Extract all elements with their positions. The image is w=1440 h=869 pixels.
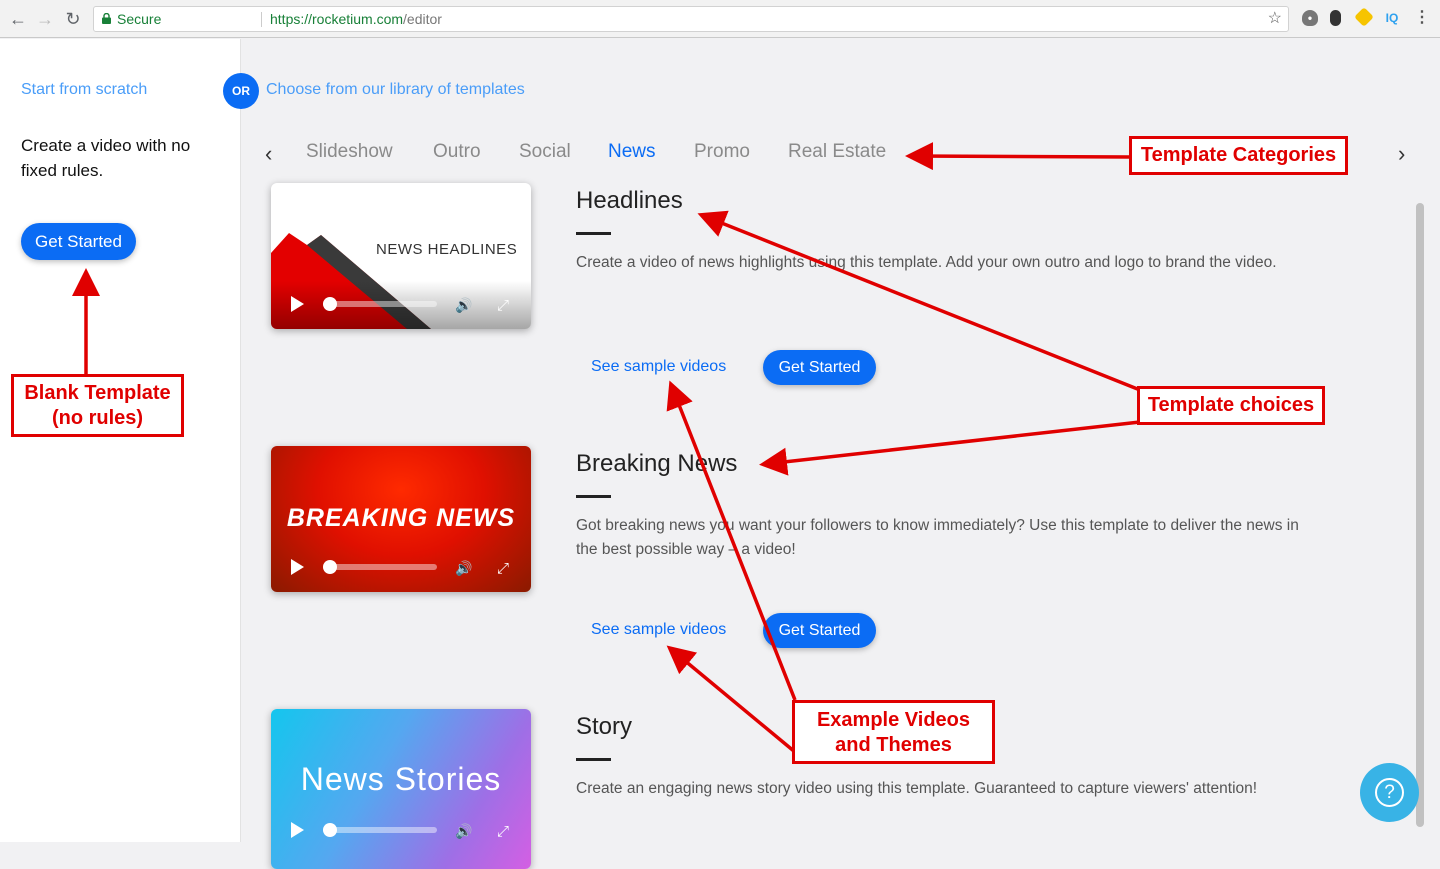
video-player-controls: 🔊 ⤢ (271, 281, 531, 329)
browser-toolbar: ← → ↻ Secure https://rocketium.com/edito… (0, 0, 1440, 38)
play-icon[interactable] (291, 559, 304, 575)
url-base: https://rocketium.com (270, 11, 404, 27)
reload-icon[interactable]: ↻ (63, 9, 83, 29)
volume-icon[interactable]: 🔊 (455, 823, 472, 840)
shield-extension-icon[interactable]: • (1302, 10, 1318, 26)
play-icon[interactable] (291, 296, 304, 312)
annotation-blank-line2: (no rules) (51, 407, 144, 429)
arrow-right-icon[interactable]: → (35, 9, 55, 29)
volume-icon[interactable]: 🔊 (455, 297, 472, 314)
or-badge: OR (223, 73, 259, 109)
arrow-left-icon[interactable]: ← (8, 9, 28, 29)
arrow-to-sample-2 (666, 645, 797, 754)
template-desc-headlines: Create a video of news highlights using … (576, 254, 1277, 271)
url-text[interactable]: https://rocketium.com/editor (270, 7, 442, 31)
seek-track[interactable] (323, 827, 437, 833)
address-separator (261, 12, 262, 27)
help-button[interactable]: ? (1360, 763, 1419, 822)
video-player-controls: 🔊 ⤢ (271, 544, 531, 592)
annotation-examples-line2: and Themes (835, 734, 952, 756)
left-panel: Start from scratch Create a video with n… (0, 39, 241, 842)
volume-icon[interactable]: 🔊 (455, 560, 472, 577)
address-bar[interactable]: Secure https://rocketium.com/editor ☆ (93, 6, 1289, 32)
title-rule (576, 758, 611, 761)
kebab-menu-icon[interactable]: ⋮ (1414, 10, 1430, 26)
honey-extension-icon[interactable] (1354, 7, 1374, 27)
template-desc-breaking-news: Got breaking news you want your follower… (576, 517, 1299, 558)
lock-icon (102, 13, 111, 24)
story-thumbnail[interactable]: News Stories 🔊 ⤢ (271, 709, 531, 869)
fullscreen-icon[interactable]: ⤢ (497, 560, 509, 577)
start-from-scratch-link[interactable]: Start from scratch (21, 81, 147, 99)
breaking-news-get-started-button[interactable]: Get Started (763, 613, 876, 648)
annotation-blank-template: Blank Template (no rules) (11, 374, 184, 437)
template-title-breaking-news: Breaking News (576, 450, 738, 477)
tabs-next-icon[interactable]: › (1398, 141, 1405, 167)
headlines-thumbnail[interactable]: NEWS HEADLINES 🔊 ⤢ (271, 183, 531, 329)
tab-promo[interactable]: Promo (694, 141, 750, 163)
mouse-extension-icon[interactable] (1330, 10, 1341, 26)
headlines-get-started-button[interactable]: Get Started (763, 350, 876, 385)
template-title-story: Story (576, 713, 633, 740)
annotation-examples-line1: Example Videos (816, 709, 971, 731)
fullscreen-icon[interactable]: ⤢ (497, 297, 509, 314)
breaking-news-thumbnail[interactable]: BREAKING NEWS 🔊 ⤢ (271, 446, 531, 592)
library-link[interactable]: Choose from our library of templates (266, 81, 525, 99)
tab-slideshow[interactable]: Slideshow (306, 141, 393, 163)
seek-track[interactable] (323, 564, 437, 570)
arrow-to-categories (905, 142, 1132, 171)
tab-news[interactable]: News (608, 141, 656, 163)
star-icon[interactable]: ☆ (1268, 7, 1282, 31)
secure-label: Secure (117, 11, 162, 27)
annotation-example-videos: Example Videos and Themes (792, 700, 995, 764)
see-sample-videos-link[interactable]: See sample videos (591, 358, 726, 376)
annotation-blank-line1: Blank Template (24, 382, 171, 404)
arrow-to-breaking-news (759, 420, 1141, 476)
seek-track[interactable] (323, 301, 437, 307)
tab-real-estate[interactable]: Real Estate (788, 141, 886, 163)
see-sample-videos-link[interactable]: See sample videos (591, 621, 726, 639)
tab-social[interactable]: Social (519, 141, 571, 163)
title-rule (576, 232, 611, 235)
question-icon: ? (1375, 778, 1404, 807)
tabs-prev-icon[interactable]: ‹ (265, 141, 272, 167)
title-rule (576, 495, 611, 498)
seek-knob[interactable] (323, 560, 337, 574)
video-player-controls: 🔊 ⤢ (271, 807, 531, 855)
template-desc-story: Create an engaging news story video usin… (576, 780, 1258, 797)
scrollbar-thumb[interactable] (1416, 203, 1424, 827)
iq-extension-icon[interactable]: IQ (1384, 10, 1400, 26)
breaking-thumb-text: BREAKING NEWS (286, 504, 516, 532)
fullscreen-icon[interactable]: ⤢ (497, 823, 509, 840)
seek-knob[interactable] (323, 823, 337, 837)
blank-get-started-button[interactable]: Get Started (21, 223, 136, 260)
annotation-template-categories: Template Categories (1129, 136, 1348, 175)
annotation-template-choices: Template choices (1137, 386, 1325, 425)
tab-outro[interactable]: Outro (433, 141, 481, 163)
url-path: /editor (403, 11, 442, 27)
seek-knob[interactable] (323, 297, 337, 311)
headlines-thumb-text: NEWS HEADLINES (376, 241, 518, 258)
story-thumb-text: News Stories (300, 761, 502, 797)
template-title-headlines: Headlines (576, 187, 683, 214)
scratch-description: Create a video with no fixed rules. (21, 136, 191, 180)
play-icon[interactable] (291, 822, 304, 838)
